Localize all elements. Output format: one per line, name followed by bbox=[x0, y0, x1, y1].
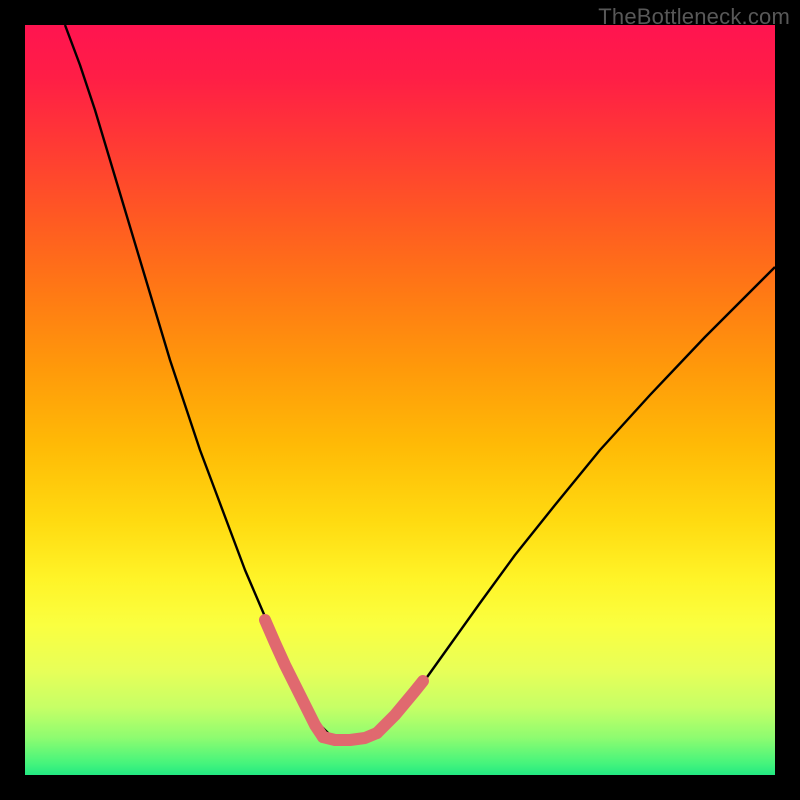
series-marker-bottom bbox=[323, 733, 377, 740]
chart-svg bbox=[25, 25, 775, 775]
chart-plot-area bbox=[25, 25, 775, 775]
watermark-text: TheBottleneck.com bbox=[598, 4, 790, 30]
gradient-background bbox=[25, 25, 775, 775]
chart-frame: TheBottleneck.com bbox=[0, 0, 800, 800]
